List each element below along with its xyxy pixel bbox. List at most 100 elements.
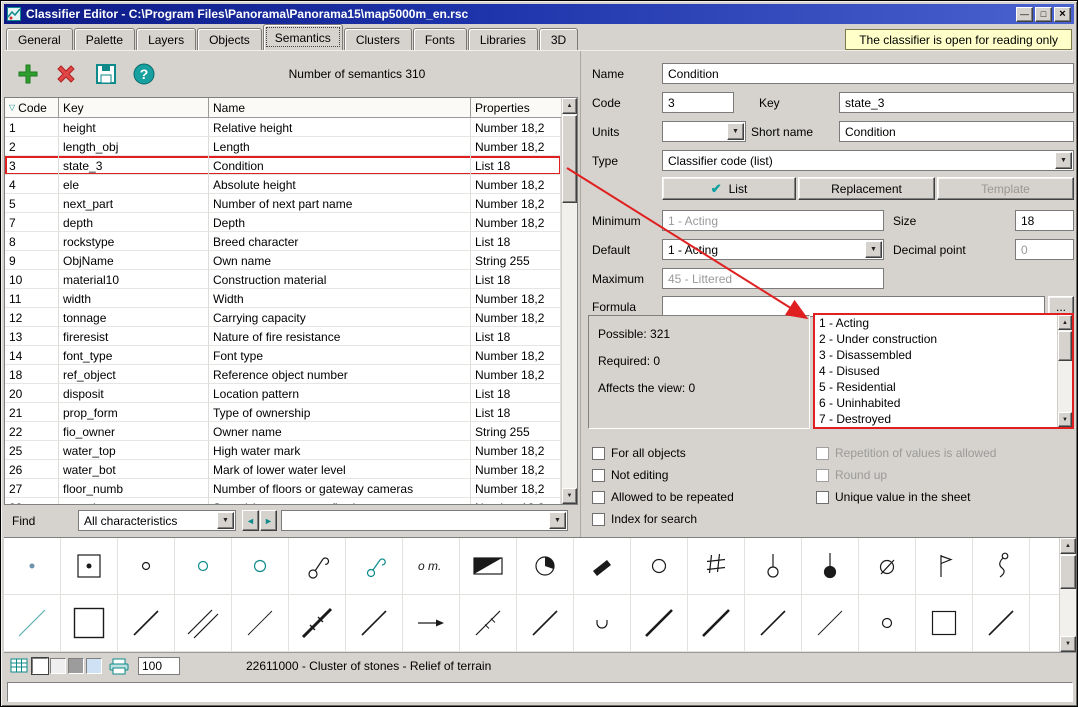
table-row[interactable]: 21prop_formType of ownershipList 18 <box>5 403 561 422</box>
list-value[interactable]: 2 - Under construction <box>815 331 1057 347</box>
scroll-thumb[interactable] <box>562 115 577 203</box>
checkbox-box[interactable] <box>592 491 605 504</box>
checkbox-unique-value-in-the-sheet[interactable]: Unique value in the sheet <box>816 486 996 508</box>
symbol-diag-double[interactable] <box>175 595 232 652</box>
table-scrollbar[interactable]: ▲ ▼ <box>561 98 577 504</box>
find-text-combo[interactable]: ▼ <box>281 510 568 531</box>
symbol-spring-teal[interactable] <box>346 538 403 595</box>
default-combo[interactable]: 1 - Acting ▼ <box>662 239 884 260</box>
symbol-diag-heavy-ticks[interactable] <box>289 595 346 652</box>
type-combo[interactable]: Classifier code (list) ▼ <box>662 150 1074 171</box>
table-row[interactable]: 5next_partNumber of next part nameNumber… <box>5 194 561 213</box>
tab-3d[interactable]: 3D <box>539 28 578 50</box>
help-button[interactable]: ? <box>130 60 158 88</box>
table-row[interactable]: 14font_typeFont typeNumber 18,2 <box>5 346 561 365</box>
symbol-diag[interactable] <box>973 595 1030 652</box>
table-row[interactable]: 26water_botMark of lower water levelNumb… <box>5 460 561 479</box>
tab-objects[interactable]: Objects <box>197 28 262 50</box>
symbol-diag[interactable] <box>118 595 175 652</box>
scroll-thumb[interactable] <box>1060 555 1076 589</box>
checkbox-box[interactable] <box>592 469 605 482</box>
grid-view-button[interactable] <box>8 657 30 675</box>
scroll-down-button[interactable]: ▼ <box>1060 636 1076 652</box>
symbol-diag-thin[interactable] <box>802 595 859 652</box>
symbol-circle-teal[interactable] <box>175 538 232 595</box>
symbol-diag-ticks[interactable] <box>460 595 517 652</box>
swatch-white[interactable] <box>32 658 48 674</box>
table-row[interactable]: 25water_topHigh water markNumber 18,2 <box>5 441 561 460</box>
units-combo[interactable]: ▼ <box>662 121 746 142</box>
scroll-up-button[interactable]: ▲ <box>562 98 577 114</box>
symbol-pin-filled[interactable] <box>802 538 859 595</box>
scroll-up-button[interactable]: ▲ <box>1060 538 1076 554</box>
symbol-diag[interactable] <box>745 595 802 652</box>
save-button[interactable] <box>92 60 120 88</box>
table-row[interactable]: 9ObjNameOwn nameString 255 <box>5 251 561 270</box>
symbol-diag[interactable] <box>346 595 403 652</box>
checkbox-index-for-search[interactable]: Index for search <box>592 508 734 530</box>
swatch-light-blue[interactable] <box>86 658 102 674</box>
symbol-diag[interactable] <box>517 595 574 652</box>
table-row[interactable]: 7depthDepthNumber 18,2 <box>5 213 561 232</box>
symbol-pin-outline[interactable] <box>745 538 802 595</box>
table-row[interactable]: 1heightRelative heightNumber 18,2 <box>5 118 561 137</box>
palette-scrollbar[interactable]: ▲ ▼ <box>1059 538 1076 652</box>
find-next-button[interactable]: ► <box>260 510 277 531</box>
symbol-circle-md[interactable] <box>631 538 688 595</box>
symbol-half-rect[interactable] <box>460 538 517 595</box>
symbol-blank[interactable] <box>1030 595 1059 652</box>
list-type-button[interactable]: ✔ List <box>662 177 796 200</box>
dropdown-arrow-icon[interactable]: ▼ <box>1055 152 1072 169</box>
scroll-down-button[interactable]: ▼ <box>1058 412 1072 427</box>
symbol-diag-thin[interactable] <box>232 595 289 652</box>
table-row[interactable]: 13fireresistNature of fire resistanceLis… <box>5 327 561 346</box>
symbol-hook[interactable] <box>973 538 1030 595</box>
table-row[interactable]: 4eleAbsolute heightNumber 18,2 <box>5 175 561 194</box>
symbol-u-mark[interactable] <box>574 595 631 652</box>
list-value[interactable]: 6 - Uninhabited <box>815 395 1057 411</box>
symbol-diag-bold[interactable] <box>688 595 745 652</box>
find-filter-combo[interactable]: All characteristics ▼ <box>78 510 236 531</box>
list-value[interactable]: 1 - Acting <box>815 315 1057 331</box>
close-button[interactable]: × <box>1054 7 1071 22</box>
dropdown-arrow-icon[interactable]: ▼ <box>727 123 744 140</box>
table-row[interactable]: 11widthWidthNumber 18,2 <box>5 289 561 308</box>
symbol-circle-slash[interactable] <box>859 538 916 595</box>
symbol-square-lg[interactable] <box>61 595 118 652</box>
table-row[interactable]: 8rockstypeBreed characterList 18 <box>5 232 561 251</box>
list-value[interactable]: 3 - Disassembled <box>815 347 1057 363</box>
checkbox-not-editing[interactable]: Not editing <box>592 464 734 486</box>
column-header-properties[interactable]: Properties <box>471 98 561 117</box>
scroll-thumb[interactable] <box>1058 331 1072 361</box>
symbol-circle-sector[interactable] <box>517 538 574 595</box>
list-scrollbar[interactable]: ▲ ▼ <box>1057 315 1072 427</box>
symbol-spring[interactable] <box>289 538 346 595</box>
checkbox-box[interactable] <box>592 447 605 460</box>
list-value[interactable]: 4 - Disused <box>815 363 1057 379</box>
dropdown-arrow-icon[interactable]: ▼ <box>217 512 234 529</box>
name-field[interactable]: Condition <box>662 63 1074 84</box>
table-row[interactable]: 20dispositLocation patternList 18 <box>5 384 561 403</box>
minimize-button[interactable]: — <box>1016 7 1033 22</box>
checkbox-for-all-objects[interactable]: For all objects <box>592 442 734 464</box>
symbol-om-text[interactable]: o m. <box>403 538 460 595</box>
table-row[interactable]: 3state_3ConditionList 18 <box>5 156 561 175</box>
table-row[interactable]: 10material10Construction materialList 18 <box>5 270 561 289</box>
size-field[interactable]: 18 <box>1015 210 1074 231</box>
code-field[interactable]: 3 <box>662 92 734 113</box>
symbol-wedge[interactable] <box>574 538 631 595</box>
table-row[interactable]: 18ref_objectReference object numberNumbe… <box>5 365 561 384</box>
tab-palette[interactable]: Palette <box>74 28 135 50</box>
maximize-button[interactable]: □ <box>1035 7 1052 22</box>
symbol-circle-open[interactable] <box>859 595 916 652</box>
symbol-dot[interactable] <box>4 538 61 595</box>
table-row[interactable]: 12tonnageCarrying capacityNumber 18,2 <box>5 308 561 327</box>
short-name-field[interactable]: Condition <box>839 121 1074 142</box>
find-prev-button[interactable]: ◄ <box>242 510 259 531</box>
scroll-up-button[interactable]: ▲ <box>1058 315 1072 330</box>
table-row[interactable]: 28speedSpeed (current, water flow)Number… <box>5 498 561 504</box>
checkbox-box[interactable] <box>816 491 829 504</box>
symbol-circle-teal-lg[interactable] <box>232 538 289 595</box>
replacement-button[interactable]: Replacement <box>798 177 935 200</box>
tab-semantics[interactable]: Semantics <box>263 24 343 50</box>
